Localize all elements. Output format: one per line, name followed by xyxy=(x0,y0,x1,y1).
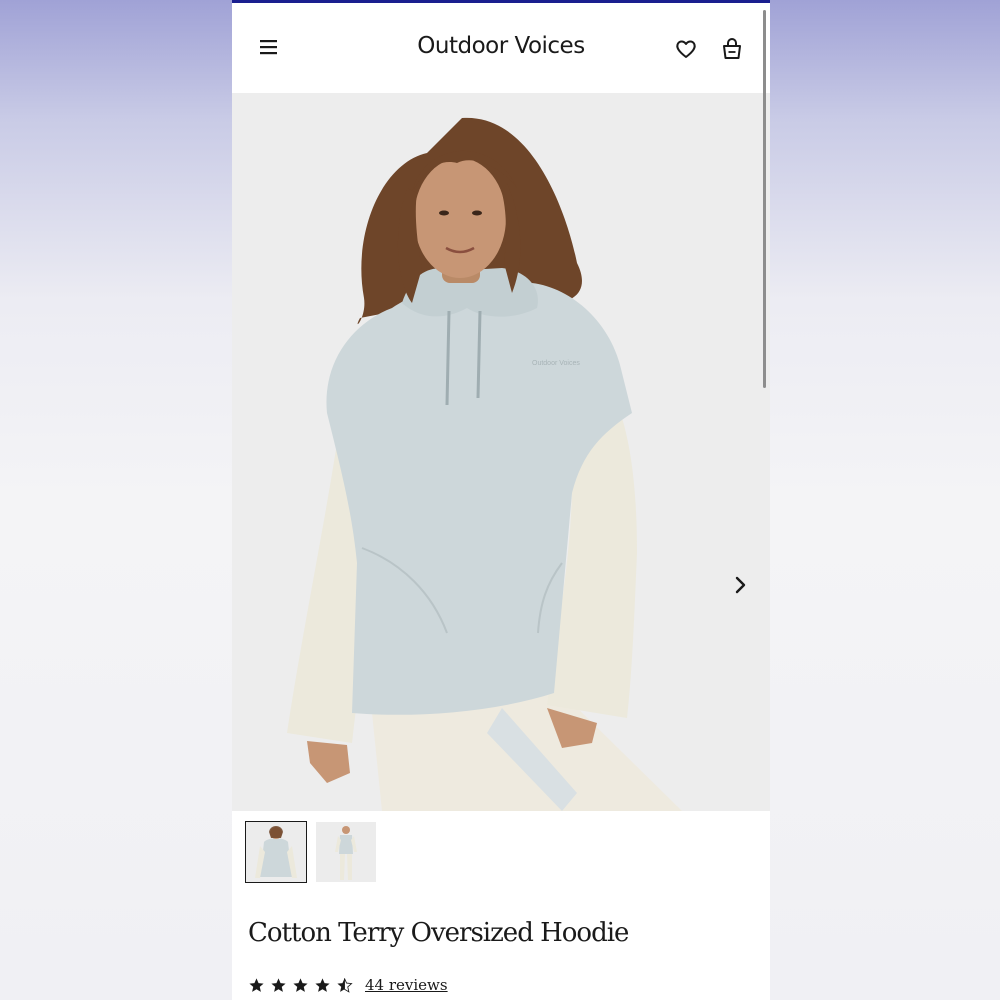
chevron-right-icon[interactable] xyxy=(728,573,752,597)
heart-icon[interactable] xyxy=(672,35,700,63)
shopping-bag-icon[interactable] xyxy=(720,35,744,63)
svg-text:Outdoor Voices: Outdoor Voices xyxy=(532,360,580,367)
star-half-icon xyxy=(337,977,353,993)
star-full-icon xyxy=(315,977,330,992)
star-full-icon xyxy=(249,977,264,992)
product-photo-model-hoodie: Outdoor Voices xyxy=(232,93,770,811)
background-blur-left xyxy=(0,0,232,1000)
product-rating: 44 reviews xyxy=(248,974,448,996)
reviews-link[interactable]: 44 reviews xyxy=(365,976,448,994)
rating-stars xyxy=(248,977,353,994)
site-header: Outdoor Voices xyxy=(232,3,770,93)
background-blur-right xyxy=(770,0,1000,1000)
star-full-icon xyxy=(293,977,308,992)
star-full-icon xyxy=(271,977,286,992)
scrollbar[interactable] xyxy=(763,10,766,388)
product-title: Cotton Terry Oversized Hoodie xyxy=(248,918,629,948)
thumbnail-front[interactable] xyxy=(245,821,307,883)
product-image-gallery[interactable]: Outdoor Voices xyxy=(232,93,770,811)
thumbnail-full-length[interactable] xyxy=(316,822,376,882)
mobile-screen: Outdoor Voices Outdoor Voices Cotton Ter… xyxy=(232,0,770,1000)
